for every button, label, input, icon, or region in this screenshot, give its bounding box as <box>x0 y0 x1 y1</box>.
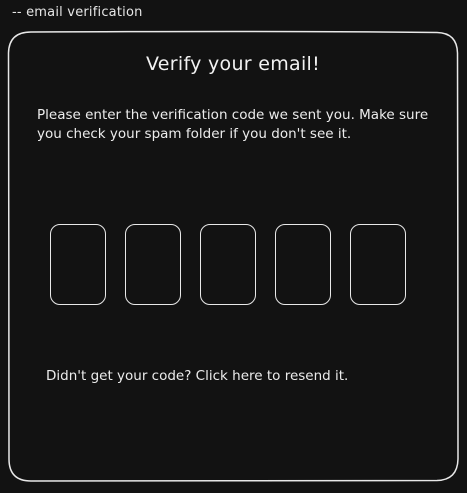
card-title: Verify your email! <box>145 53 321 75</box>
code-input-group <box>50 224 406 305</box>
section-label: -- email verification <box>12 5 143 20</box>
code-digit-5[interactable] <box>350 224 406 305</box>
instructions-text: Please enter the verification code we se… <box>37 107 429 142</box>
code-digit-1[interactable] <box>50 224 106 305</box>
resend-code-link[interactable]: Didn't get your code? Click here to rese… <box>46 368 348 384</box>
code-digit-2[interactable] <box>125 224 181 305</box>
verification-card: Verify your email! Please enter the veri… <box>8 31 458 481</box>
code-digit-4[interactable] <box>275 224 331 305</box>
code-digit-3[interactable] <box>200 224 256 305</box>
